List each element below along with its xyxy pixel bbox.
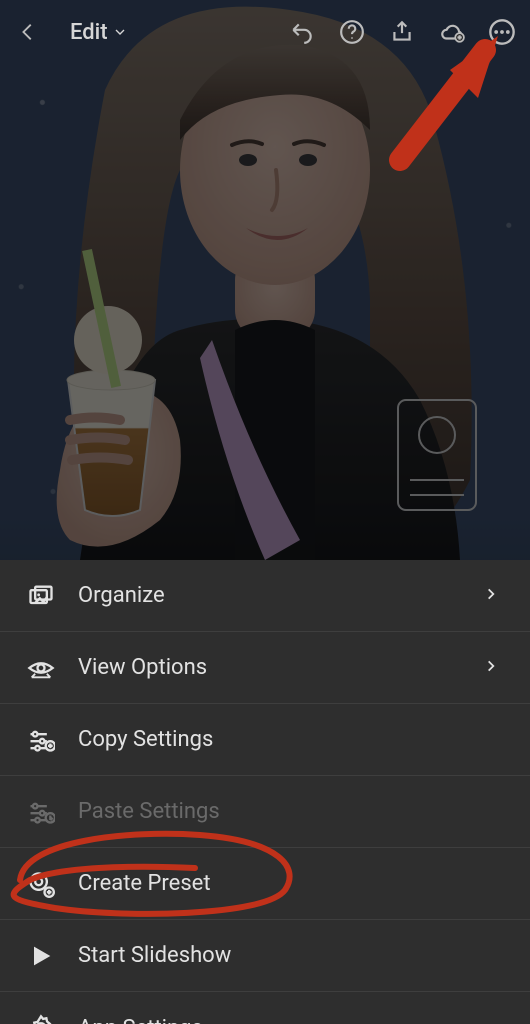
menu-label: Paste Settings xyxy=(78,799,504,824)
cloud-add-icon[interactable] xyxy=(438,18,466,46)
chevron-down-icon xyxy=(112,24,128,40)
menu-item-create-preset[interactable]: Create Preset xyxy=(0,848,530,920)
create-preset-icon xyxy=(26,869,56,899)
edit-label: Edit xyxy=(70,20,108,45)
menu-item-copy-settings[interactable]: Copy Settings xyxy=(0,704,530,776)
top-bar: Edit xyxy=(0,0,530,64)
help-icon[interactable] xyxy=(338,18,366,46)
gear-icon xyxy=(26,1013,56,1024)
more-menu: Organize View Options Copy Settings Past… xyxy=(0,560,530,1024)
undo-icon[interactable] xyxy=(288,18,316,46)
chevron-right-icon xyxy=(484,586,504,606)
menu-item-start-slideshow[interactable]: Start Slideshow xyxy=(0,920,530,992)
copy-settings-icon xyxy=(26,725,56,755)
menu-label: Start Slideshow xyxy=(78,943,504,968)
paste-settings-icon xyxy=(26,797,56,827)
portrait-image xyxy=(0,0,530,560)
menu-label: App Settings xyxy=(78,1016,504,1024)
view-options-icon xyxy=(26,653,56,683)
organize-icon xyxy=(26,581,56,611)
menu-label: Copy Settings xyxy=(78,727,504,752)
menu-item-view-options[interactable]: View Options xyxy=(0,632,530,704)
play-icon xyxy=(26,941,56,971)
menu-item-organize[interactable]: Organize xyxy=(0,560,530,632)
menu-item-app-settings[interactable]: App Settings xyxy=(0,992,530,1024)
more-icon[interactable] xyxy=(488,18,516,46)
menu-label: View Options xyxy=(78,655,462,680)
edit-dropdown[interactable]: Edit xyxy=(70,20,128,45)
menu-label: Organize xyxy=(78,583,462,608)
menu-item-paste-settings: Paste Settings xyxy=(0,776,530,848)
menu-label: Create Preset xyxy=(78,871,504,896)
share-icon[interactable] xyxy=(388,18,416,46)
back-icon[interactable] xyxy=(14,18,42,46)
chevron-right-icon xyxy=(484,658,504,678)
